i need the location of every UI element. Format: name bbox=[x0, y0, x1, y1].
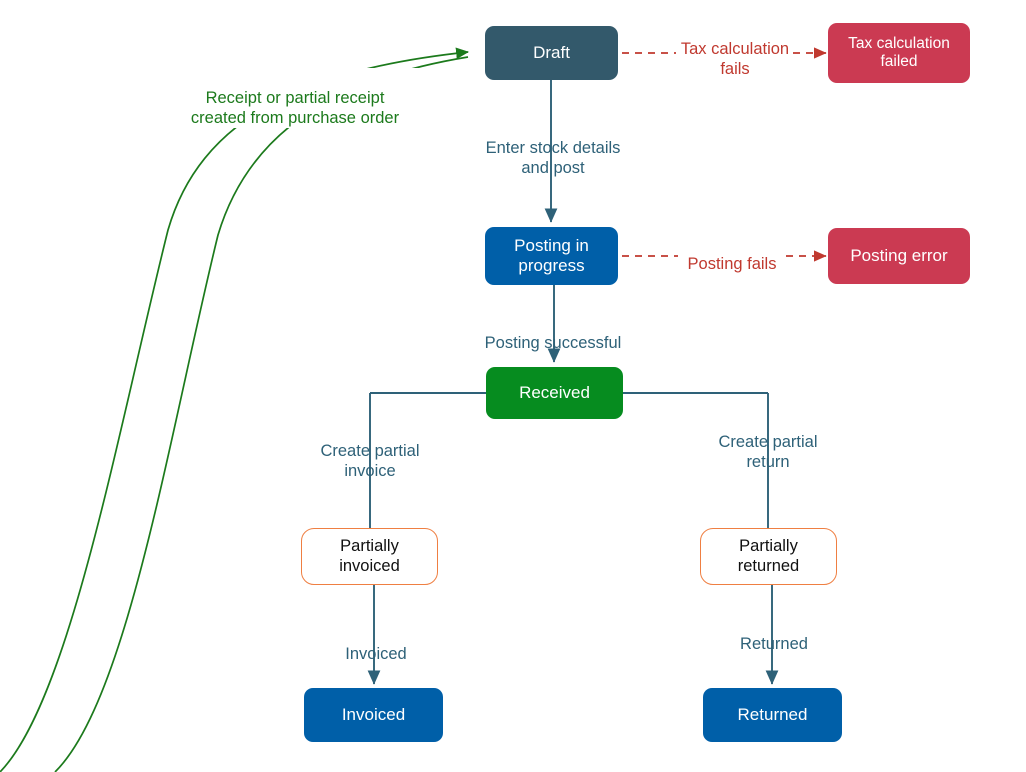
node-posting-error-label: Posting error bbox=[850, 245, 948, 265]
edge-label-create-partial-return-text: Create partial return bbox=[718, 433, 818, 472]
edge-label-posting-fails-text: Posting fails bbox=[687, 255, 777, 274]
node-tax-calculation-failed-label: Tax calculation failed bbox=[848, 34, 950, 70]
node-invoiced-label: Invoiced bbox=[341, 704, 406, 724]
flowchart-canvas: Draft Tax calculation failed Posting in … bbox=[0, 0, 1026, 772]
node-partially-invoiced-label: Partially invoiced bbox=[339, 537, 400, 575]
edge-label-invoiced-transition: Invoiced bbox=[296, 624, 456, 664]
node-invoiced[interactable]: Invoiced bbox=[304, 688, 443, 742]
edge-label-enter-stock-details-text: Enter stock details and post bbox=[485, 139, 621, 178]
edge-label-enter-stock-details: Enter stock details and post bbox=[462, 118, 644, 178]
edge-label-returned-transition-text: Returned bbox=[740, 635, 808, 654]
edge-label-invoiced-transition-text: Invoiced bbox=[345, 645, 407, 664]
node-draft[interactable]: Draft bbox=[485, 26, 618, 80]
node-returned[interactable]: Returned bbox=[703, 688, 842, 742]
node-partially-returned-label: Partially returned bbox=[737, 537, 800, 575]
node-received-label: Received bbox=[519, 382, 590, 402]
edge-label-create-partial-return: Create partial return bbox=[686, 412, 850, 472]
edge-label-tax-calculation-fails: Tax calculation fails bbox=[646, 19, 824, 79]
node-returned-label: Returned bbox=[737, 704, 808, 724]
edge-label-posting-successful: Posting successful bbox=[462, 313, 644, 353]
node-posting-in-progress-label: Posting in progress bbox=[514, 235, 589, 275]
edge-label-create-partial-invoice-text: Create partial invoice bbox=[320, 442, 420, 481]
edge-label-returned-transition: Returned bbox=[694, 614, 854, 654]
annotation-receipt-origin: Receipt or partial receipt created from … bbox=[160, 68, 430, 129]
edge-label-posting-successful-text: Posting successful bbox=[484, 334, 622, 353]
node-posting-in-progress[interactable]: Posting in progress bbox=[485, 227, 618, 285]
edge-label-posting-fails: Posting fails bbox=[674, 234, 790, 274]
annotation-receipt-origin-text: Receipt or partial receipt created from … bbox=[190, 89, 400, 128]
node-tax-calculation-failed[interactable]: Tax calculation failed bbox=[828, 23, 970, 83]
edge-label-tax-calculation-fails-text: Tax calculation fails bbox=[680, 40, 790, 79]
node-draft-label: Draft bbox=[533, 42, 570, 62]
node-partially-invoiced[interactable]: Partially invoiced bbox=[301, 528, 438, 585]
node-posting-error[interactable]: Posting error bbox=[828, 228, 970, 284]
node-received[interactable]: Received bbox=[486, 367, 623, 419]
node-partially-returned[interactable]: Partially returned bbox=[700, 528, 837, 585]
edge-label-create-partial-invoice: Create partial invoice bbox=[288, 421, 452, 481]
